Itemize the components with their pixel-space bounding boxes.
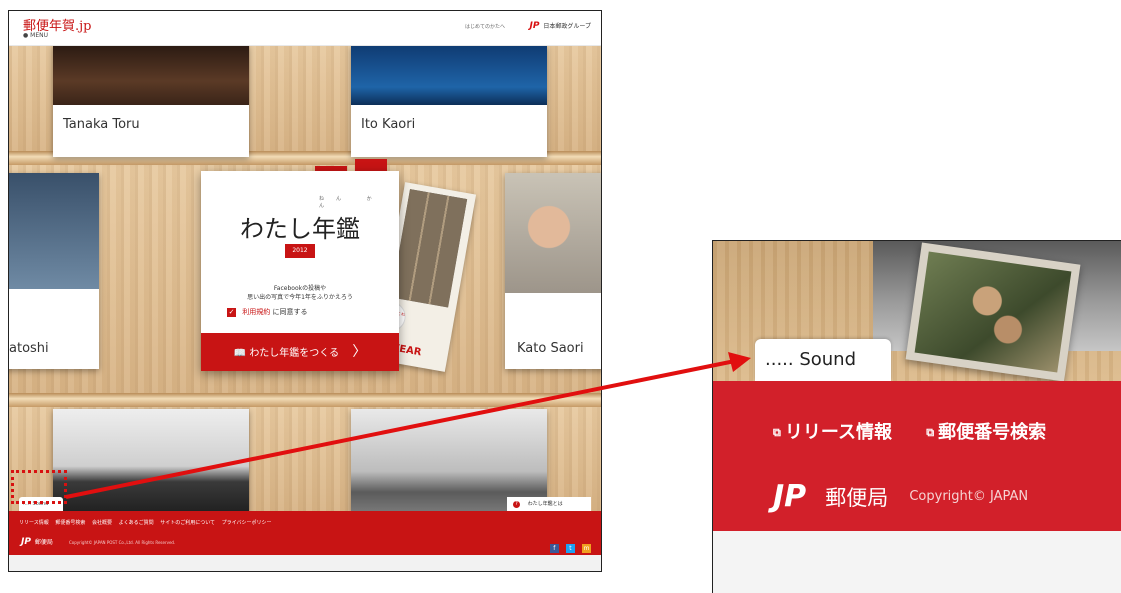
card-name: Kato Saori: [517, 341, 584, 356]
japan-post-logo[interactable]: JP 郵便局: [21, 537, 53, 547]
zoom-sound-toggle[interactable]: ..... Sound: [755, 339, 891, 381]
jp-group-logo[interactable]: JP 日本郵政グループ: [529, 21, 591, 31]
mail-icon[interactable]: m: [582, 544, 591, 553]
create-button-label: わたし年鑑をつくる: [249, 348, 340, 359]
card-name: Ito Kaori: [361, 117, 416, 132]
footer-link-faq[interactable]: よくあるご質問: [119, 520, 154, 526]
top-bar: 郵便年賀.jp ● MENU はじめてのかたへ JP 日本郵政グループ: [9, 11, 601, 46]
zoom-panel: ..... Sound ⧉ リリース情報 ⧉ 郵便番号検索 JP 郵便局 Copyr…: [712, 240, 1121, 593]
external-link-icon: ⧉: [773, 426, 781, 439]
create-nenkan-button[interactable]: 📖 わたし年鑑をつくる 〉: [201, 333, 399, 371]
footer-link-terms[interactable]: サイトのご利用について: [160, 520, 215, 526]
zoom-link-release[interactable]: ⧉ リリース情報: [773, 422, 906, 443]
facebook-icon[interactable]: f: [549, 544, 559, 553]
footer-links: リリース情報 郵便番号検索 会社概要 よくあるご質問 サイトのご利用について プ…: [19, 519, 277, 526]
footer: リリース情報 郵便番号検索 会社概要 よくあるご質問 サイトのご利用について プ…: [9, 511, 601, 555]
post-office-name: 郵便局: [34, 539, 53, 546]
about-nenkan-tab[interactable]: ? わたし年鑑とは: [507, 497, 591, 511]
terms-suffix: に同意する: [272, 308, 308, 316]
sound-highlight-box: [11, 470, 67, 504]
zoom-footer-links: ⧉ リリース情報 ⧉ 郵便番号検索: [773, 418, 1074, 444]
footer-link-company[interactable]: 会社概要: [92, 520, 112, 526]
site-screenshot: 郵便年賀.jp ● MENU はじめてのかたへ JP 日本郵政グループ Tana…: [8, 10, 602, 572]
footer-link-release[interactable]: リリース情報: [19, 520, 49, 526]
card-name: Tanaka Toru: [63, 117, 140, 132]
first-time-link[interactable]: はじめてのかたへ: [465, 23, 505, 30]
question-icon: ?: [513, 501, 520, 508]
zoom-footer: ⧉ リリース情報 ⧉ 郵便番号検索 JP 郵便局 Copyright© JAPAN: [713, 381, 1121, 531]
menu-button[interactable]: ● MENU: [23, 32, 48, 39]
user-card[interactable]: Kato Saori: [505, 173, 601, 369]
book-title: わたし年鑑: [240, 215, 360, 243]
book-description: 思い出の写真で今年1年をふりかえろう: [247, 294, 353, 301]
terms-checkbox[interactable]: ✓: [227, 307, 236, 317]
card-photo: [351, 45, 547, 105]
user-card[interactable]: [53, 409, 249, 513]
page-bottom: [9, 555, 601, 571]
zoom-copyright: Copyright© JAPAN: [909, 489, 1029, 504]
zoom-link-release-label: リリース情報: [784, 422, 892, 443]
social-links: f t m: [548, 535, 591, 554]
zoom-japan-post-logo[interactable]: JP 郵便局 Copyright© JAPAN: [773, 479, 1028, 514]
zoom-link-zipcode[interactable]: ⧉ 郵便番号検索: [926, 422, 1060, 443]
footer-link-privacy[interactable]: プライバシーポリシー: [222, 520, 272, 526]
book-description: Facebookの投稿や: [273, 285, 327, 292]
card-photo: [9, 173, 99, 289]
book-title-ruby: ねん かん: [319, 196, 384, 209]
book-icon: 📖: [233, 348, 250, 359]
card-photo: [53, 409, 249, 513]
book-year-badge: 2012: [285, 244, 315, 258]
external-link-icon: ⧉: [926, 426, 935, 439]
chevron-right-icon: 〉: [352, 344, 367, 360]
zoom-family-photo: [905, 242, 1081, 382]
shelf-divider: [9, 393, 601, 407]
card-photo: [53, 45, 249, 105]
card-name: atoshi: [9, 341, 49, 356]
footer-link-zipcode[interactable]: 郵便番号検索: [55, 520, 85, 526]
jp-logo-icon: JP: [21, 537, 31, 547]
terms-link[interactable]: 利用規約: [242, 308, 270, 316]
about-nenkan-label: わたし年鑑とは: [527, 501, 563, 507]
card-photo: [505, 173, 601, 293]
watashi-nenkan-book: ねん かん わたし年鑑 2012 Facebookの投稿や 思い出の写真で今年1…: [201, 171, 399, 371]
user-card[interactable]: atoshi: [9, 173, 99, 369]
zoom-link-zipcode-label: 郵便番号検索: [938, 422, 1047, 443]
terms-agreement[interactable]: ✓ 利用規約 に同意する: [227, 307, 307, 317]
jp-group-label: 日本郵政グループ: [543, 23, 591, 30]
user-card[interactable]: Tanaka Toru: [53, 45, 249, 157]
jp-logo-icon: JP: [773, 479, 807, 514]
jp-logo-icon: JP: [529, 21, 540, 31]
zoom-post-office-name: 郵便局: [825, 485, 889, 510]
copyright: Copyright© JAPAN POST Co.,Ltd. All Right…: [69, 540, 176, 545]
user-card[interactable]: Ito Kaori: [351, 45, 547, 157]
flyer-photo-grid: [390, 189, 468, 308]
twitter-icon[interactable]: t: [565, 544, 575, 553]
